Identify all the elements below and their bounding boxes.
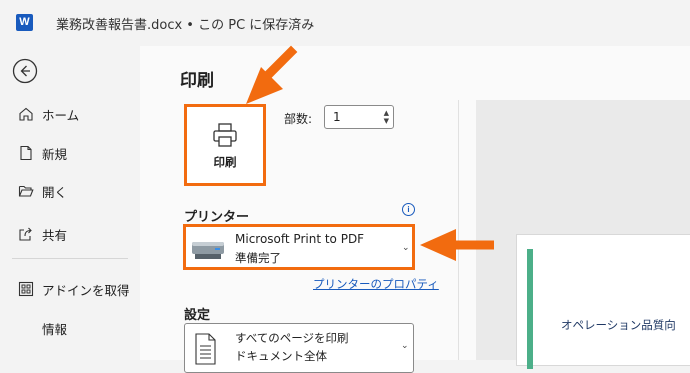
addins-grid-icon [18,281,34,297]
printer-properties-link[interactable]: プリンターのプロパティ [313,276,439,292]
print-panel: 印刷 印刷 部数: 1 ▲ ▼ プリンター i Microsoft Print … [140,46,690,373]
preview-divider [458,100,459,360]
copies-value: 1 [333,110,341,124]
page-title: 印刷 [180,71,214,91]
open-folder-icon [18,185,34,197]
document-title: 業務改善報告書.docx • この PC に保存済み [56,18,315,33]
sidebar-item-label: 共有 [42,227,68,243]
sidebar-item-label: ホーム [42,107,80,123]
document-pages-icon [195,333,216,365]
print-range-description: ドキュメント全体 [235,349,327,363]
home-icon [19,107,33,121]
settings-heading: 設定 [184,308,211,323]
title-bar: W 業務改善報告書.docx • この PC に保存済み [0,0,690,46]
chevron-up-icon[interactable]: ▲ [384,109,389,117]
print-range-value: すべてのページを印刷 [235,331,349,345]
sidebar-item-info[interactable]: 情報 [42,317,67,339]
sidebar-item-label: アドインを取得 [42,282,130,298]
info-icon[interactable]: i [402,203,415,216]
printer-heading: プリンター [184,210,250,225]
printer-device-icon [192,242,224,259]
word-app-icon: W [16,14,33,31]
back-button[interactable] [12,58,38,84]
printer-dropdown[interactable]: Microsoft Print to PDF 準備完了 ⌄ [183,224,415,270]
preview-heading-text: オペレーション品質向 [561,318,676,332]
sidebar-item-label: 開く [42,184,68,200]
sidebar-item-label: 新規 [42,146,68,162]
sidebar-item-share[interactable]: 共有 [18,223,67,245]
copies-label: 部数: [284,112,313,126]
printer-icon [213,122,237,147]
new-document-icon [20,145,32,161]
preview-page: オペレーション品質向 [516,234,690,369]
print-preview: オペレーション品質向 [476,100,690,369]
chevron-down-icon[interactable]: ▼ [384,117,389,125]
print-button-label: 印刷 [213,154,237,169]
print-range-dropdown[interactable]: すべてのページを印刷 ドキュメント全体 ⌄ [184,323,414,373]
sidebar-divider [12,258,128,259]
printer-name: Microsoft Print to PDF [235,232,365,246]
print-button[interactable]: 印刷 [184,104,266,186]
back-arrow-icon [12,58,38,84]
sidebar-item-home[interactable]: ホーム [18,103,79,125]
sidebar-item-new[interactable]: 新規 [18,142,67,164]
preview-accent-bar [527,249,533,369]
sidebar-item-label: 情報 [42,321,68,337]
sidebar-item-open[interactable]: 開く [18,180,67,202]
copies-stepper[interactable]: 1 ▲ ▼ [324,105,394,129]
sidebar-item-get-addins[interactable]: アドインを取得 [18,278,130,300]
share-icon [19,227,32,241]
printer-status: 準備完了 [235,251,281,265]
backstage-sidebar: ホーム 新規 開く 共有 アドインを取得 情報 [0,46,140,360]
chevron-down-icon: ⌄ [402,243,410,253]
chevron-down-icon: ⌄ [401,341,409,351]
